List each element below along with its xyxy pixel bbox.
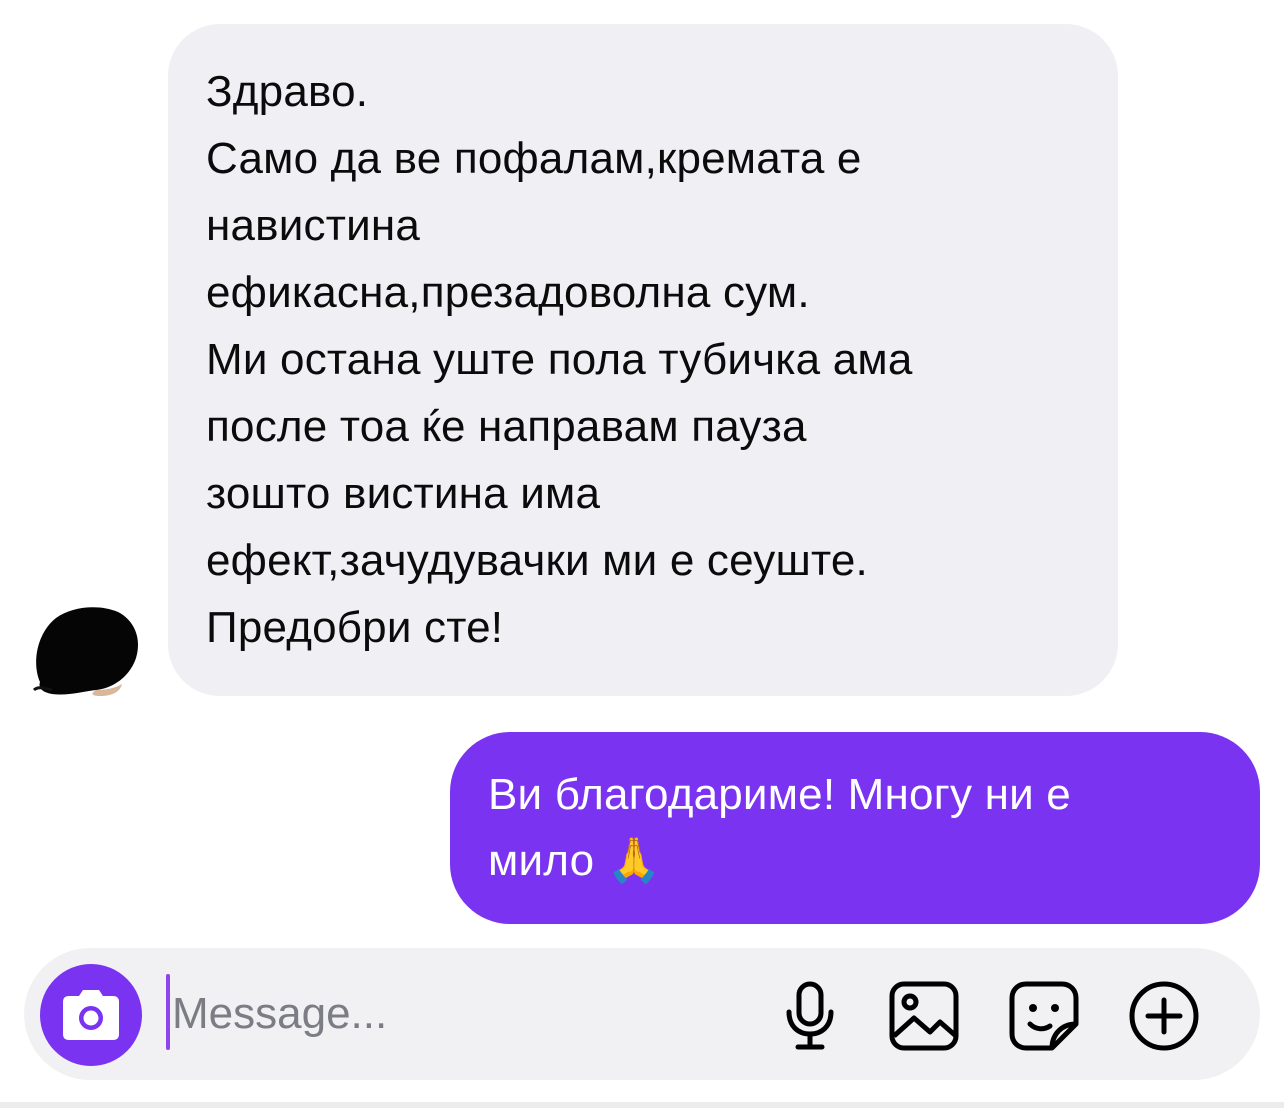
microphone-icon[interactable] <box>772 978 848 1054</box>
message-line: Ви благодариме! Многу ни е <box>488 770 1071 819</box>
message-line: ефикасна,презадоволна сум. <box>206 268 810 317</box>
sticker-icon[interactable] <box>1006 978 1082 1054</box>
camera-button[interactable] <box>40 964 142 1066</box>
message-line: мило 🙏 <box>488 836 662 885</box>
message-line: Само да ве пофалам,кремата е <box>206 134 862 183</box>
incoming-message-bubble[interactable]: Здраво. Само да ве пофалам,кремата е нав… <box>168 24 1118 696</box>
plus-icon[interactable] <box>1126 978 1202 1054</box>
sender-avatar[interactable] <box>30 604 142 698</box>
message-line: Предобри сте! <box>206 603 504 652</box>
outgoing-message-bubble[interactable]: Ви благодариме! Многу ни е мило 🙏 <box>450 732 1260 924</box>
message-line: ефект,зачудувачки ми е сеуште. <box>206 536 868 585</box>
message-input[interactable] <box>172 984 732 1044</box>
message-line: Здраво. <box>206 67 369 116</box>
text-caret <box>166 974 170 1050</box>
message-line: после тоа ќе направам пауза <box>206 402 807 451</box>
message-composer <box>24 948 1260 1080</box>
image-icon[interactable] <box>886 978 962 1054</box>
message-line: Ми остана уште пола тубичка ама <box>206 335 913 384</box>
message-line: навистина <box>206 201 421 250</box>
message-line: зошто вистина има <box>206 469 601 518</box>
bottom-divider <box>0 1102 1284 1108</box>
camera-icon <box>63 990 119 1040</box>
